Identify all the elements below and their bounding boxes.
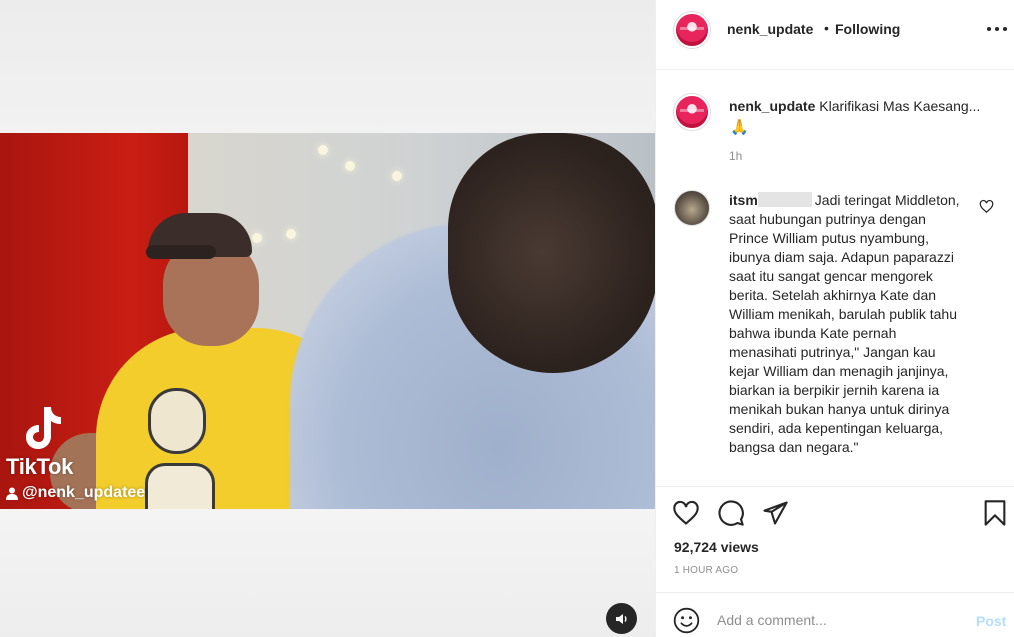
post-media[interactable]: TikTok @nenk_updatee — [0, 0, 655, 637]
following-button[interactable]: Following — [835, 21, 900, 37]
caption-author-avatar[interactable] — [674, 94, 710, 130]
video-light — [286, 229, 296, 239]
comment-like-heart-icon[interactable] — [979, 199, 994, 214]
shirt-logo-body — [145, 463, 215, 509]
video-light — [318, 145, 328, 155]
post-caption: nenk_update Klarifikasi Mas Kaesang... — [729, 97, 999, 116]
speaker-icon — [615, 613, 627, 624]
view-count[interactable]: 92,724 views — [674, 539, 759, 555]
comment-item: itsm Jadi teringat Middleton, saat hubung… — [729, 191, 967, 457]
video-person-cap-brim — [146, 245, 216, 259]
post-header: nenk_update • Following — [656, 0, 1014, 70]
caption-emoji: 🙏 — [730, 119, 749, 136]
comments-list[interactable]: nenk_update Klarifikasi Mas Kaesang... 🙏… — [656, 71, 1014, 485]
post-actions: 92,724 views 1 HOUR AGO — [656, 486, 1014, 592]
author-avatar[interactable] — [674, 12, 710, 48]
comment-icon[interactable] — [717, 499, 745, 527]
bookmark-icon[interactable] — [981, 499, 1009, 527]
tiktok-handle-text: @nenk_updatee — [22, 484, 146, 501]
commenter-username[interactable]: itsm — [729, 192, 758, 208]
comment-text: Jadi teringat Middleton, saat hubungan p… — [729, 192, 960, 455]
post-timestamp[interactable]: 1 HOUR AGO — [674, 565, 738, 576]
smiley-icon[interactable] — [673, 607, 700, 634]
follow-separator: • — [824, 20, 829, 36]
video-frame[interactable]: TikTok @nenk_updatee — [0, 133, 655, 509]
video-light — [392, 171, 402, 181]
caption-username[interactable]: nenk_update — [729, 98, 815, 114]
redacted-username-block — [757, 192, 812, 207]
author-username[interactable]: nenk_update — [727, 21, 813, 37]
user-icon — [6, 487, 18, 500]
add-comment-bar: Post — [656, 592, 1014, 637]
heart-icon[interactable] — [672, 499, 700, 527]
post-comment-button[interactable]: Post — [976, 613, 1006, 629]
tiktok-logo-icon — [26, 407, 61, 449]
share-icon[interactable] — [761, 499, 789, 527]
shirt-logo — [148, 388, 206, 454]
commenter-avatar[interactable] — [674, 190, 710, 226]
caption-text: Klarifikasi Mas Kaesang... — [819, 98, 981, 114]
comment-input[interactable] — [717, 607, 957, 633]
more-options-icon[interactable] — [987, 22, 1007, 36]
caption-timestamp[interactable]: 1h — [729, 149, 742, 163]
video-light — [345, 161, 355, 171]
video-foreground-head — [448, 133, 655, 373]
tiktok-handle: @nenk_updatee — [6, 484, 145, 502]
post-sidebar: nenk_update • Following nenk_update Klar… — [655, 0, 1014, 637]
sound-toggle-button[interactable] — [606, 603, 637, 634]
tiktok-wordmark: TikTok — [6, 454, 74, 479]
video-light — [252, 233, 262, 243]
